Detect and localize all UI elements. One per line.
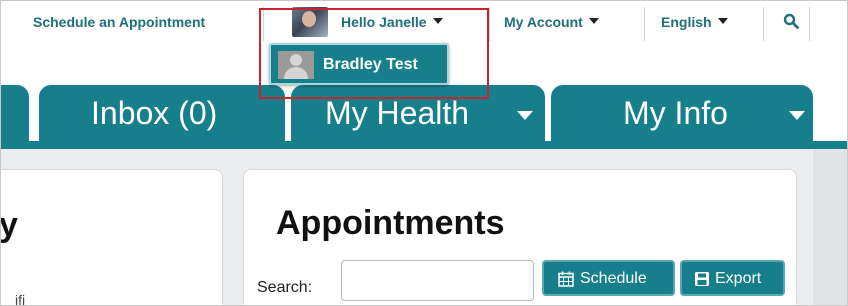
calendar-icon xyxy=(558,271,574,287)
tab-my-info[interactable]: My Info xyxy=(551,85,813,149)
tab-my-info-label: My Info xyxy=(623,95,728,131)
nav-underline xyxy=(1,141,847,149)
browser-viewport: Schedule an Appointment Hello Janelle My… xyxy=(0,0,848,306)
language-label: English xyxy=(661,14,712,30)
language-menu[interactable]: English xyxy=(661,14,728,30)
schedule-button[interactable]: Schedule xyxy=(542,260,675,296)
search-label: Search: xyxy=(257,279,313,296)
chevron-down-icon xyxy=(588,18,599,25)
chevron-down-icon xyxy=(717,18,728,25)
tab-partial[interactable] xyxy=(1,85,29,149)
chevron-down-icon[interactable] xyxy=(517,111,533,120)
export-button[interactable]: Export xyxy=(680,260,785,296)
my-account-label: My Account xyxy=(504,14,583,30)
left-panel xyxy=(1,169,223,305)
divider xyxy=(644,7,645,41)
highlight-box xyxy=(259,8,489,99)
divider xyxy=(763,7,764,41)
scroll-gutter xyxy=(813,149,847,305)
divider xyxy=(809,7,810,41)
schedule-appointment-link[interactable]: Schedule an Appointment xyxy=(33,14,205,30)
export-button-label: Export xyxy=(715,270,762,287)
chevron-down-icon[interactable] xyxy=(789,111,805,120)
left-panel-text: ifi xyxy=(15,292,26,306)
left-panel-title: y xyxy=(0,206,18,244)
save-disk-icon xyxy=(695,272,709,286)
tab-my-health-label: My Health xyxy=(325,95,470,131)
my-account-menu[interactable]: My Account xyxy=(504,14,599,30)
tab-inbox[interactable]: Inbox (0) xyxy=(39,85,285,149)
divider xyxy=(489,7,490,41)
appointments-title: Appointments xyxy=(276,204,505,242)
search-icon[interactable] xyxy=(783,13,799,29)
schedule-button-label: Schedule xyxy=(580,270,647,287)
appointments-search-input[interactable] xyxy=(341,260,534,301)
tab-inbox-label: Inbox (0) xyxy=(91,95,218,131)
